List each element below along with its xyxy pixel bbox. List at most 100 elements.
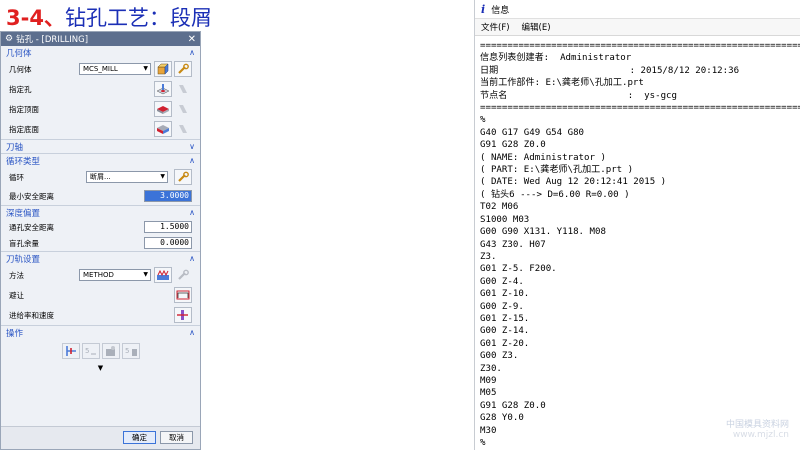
path-settings-header-label: 刀轨设置 — [6, 254, 41, 265]
specify-hole-display-icon[interactable] — [174, 81, 192, 97]
flashlight-icon — [179, 85, 187, 93]
chevron-down-icon: ▼ — [143, 65, 148, 72]
specify-bottom-display-icon[interactable] — [174, 121, 192, 137]
chevron-up-icon[interactable]: ∧ — [189, 328, 195, 337]
info-menubar: 文件(F) 编辑(E) — [475, 19, 800, 36]
method-row: 方法 METHOD ▼ — [1, 265, 200, 285]
specify-top-row: 指定顶面 — [1, 99, 200, 119]
geometry-section-header[interactable]: 几何体 ∧ — [1, 46, 200, 59]
cube-icon — [157, 63, 169, 75]
list-button[interactable]: 5 — [121, 343, 140, 359]
cycle-row: 循环 断屑... ▼ — [1, 167, 200, 187]
avoid-label: 避让 — [9, 290, 24, 300]
replay-button[interactable]: 5 — [81, 343, 100, 359]
wrench-icon — [178, 269, 189, 280]
geometry-new-button[interactable] — [154, 61, 172, 77]
gear-icon[interactable]: ⚙ — [5, 34, 13, 44]
through-clearance-row: 通孔安全距离 1.5000 — [1, 219, 200, 235]
cycle-select[interactable]: 断屑... ▼ — [86, 171, 168, 183]
tool-axis-section-header[interactable]: 刀轴 ∨ — [1, 140, 200, 153]
specify-top-label: 指定顶面 — [9, 104, 39, 114]
method-select[interactable]: METHOD ▼ — [79, 269, 151, 281]
geometry-row: 几何体 MCS_MILL ▼ — [1, 59, 200, 79]
cancel-button[interactable]: 取消 — [160, 431, 193, 444]
through-clearance-label: 通孔安全距离 — [9, 222, 54, 232]
list-icon: 5 — [125, 347, 137, 356]
chevron-up-icon[interactable]: ∧ — [189, 156, 195, 165]
cycle-select-value: 断屑... — [90, 173, 111, 181]
drilling-dialog: ⚙ 钻孔 - [DRILLING] ✕ 几何体 ∧ 几何体 MCS_MILL ▼… — [0, 31, 201, 450]
actions-section: 操作 ∧ 5 5 ▼ — [1, 326, 200, 373]
specify-bottom-row: 指定底面 — [1, 119, 200, 139]
close-icon[interactable]: ✕ — [188, 34, 196, 45]
specify-bottom-button[interactable] — [154, 121, 172, 137]
dialog-footer: 确定 取消 — [1, 426, 200, 449]
slide-title-number: 3-4、 — [6, 6, 65, 30]
method-icon — [157, 269, 169, 280]
hole-icon — [156, 84, 170, 95]
verify-button[interactable] — [101, 343, 120, 359]
watermark-line2: www.mjzl.cn — [732, 430, 789, 440]
specify-bottom-label: 指定底面 — [9, 124, 39, 134]
method-label: 方法 — [9, 270, 24, 280]
specify-top-display-icon[interactable] — [174, 101, 192, 117]
actions-section-header[interactable]: 操作 ∧ — [1, 326, 200, 339]
blind-stock-row: 盲孔余量 0.0000 — [1, 235, 200, 251]
info-window: i 信息 文件(F) 编辑(E) =======================… — [474, 0, 800, 450]
generate-icon — [65, 346, 76, 356]
flashlight-icon — [179, 125, 187, 133]
min-clearance-row: 最小安全距离 3.0000 — [1, 187, 200, 205]
actions-header-label: 操作 — [6, 328, 24, 339]
flashlight-icon — [179, 105, 187, 113]
method-edit-button[interactable] — [174, 267, 192, 283]
info-text-content[interactable]: ========================================… — [475, 36, 800, 449]
menu-file[interactable]: 文件(F) — [481, 21, 510, 33]
ok-button[interactable]: 确定 — [123, 431, 156, 444]
tool-axis-section: 刀轴 ∨ — [1, 140, 200, 154]
chevron-down-icon[interactable]: ∨ — [189, 142, 195, 151]
geometry-section: 几何体 ∧ 几何体 MCS_MILL ▼ 指定孔 指定顶面 指定底面 — [1, 46, 200, 140]
more-chevron-icon[interactable]: ▼ — [1, 363, 200, 373]
min-clearance-label: 最小安全距离 — [9, 191, 54, 201]
replay-icon: 5 — [85, 347, 96, 355]
bottom-face-icon — [157, 125, 169, 134]
chevron-up-icon[interactable]: ∧ — [189, 208, 195, 217]
dialog-title: 钻孔 - [DRILLING] — [16, 35, 89, 45]
blind-stock-input[interactable]: 0.0000 — [144, 237, 192, 249]
specify-hole-button[interactable] — [154, 81, 172, 97]
cycle-edit-button[interactable] — [174, 169, 192, 185]
specify-top-button[interactable] — [154, 101, 172, 117]
geometry-label: 几何体 — [9, 64, 32, 74]
chevron-up-icon[interactable]: ∧ — [189, 254, 195, 263]
geometry-select[interactable]: MCS_MILL ▼ — [79, 63, 151, 75]
cycle-type-section-header[interactable]: 循环类型 ∧ — [1, 154, 200, 167]
watermark: 中国模具资料网 www.mjzl.cn — [726, 417, 789, 440]
geometry-edit-button[interactable] — [174, 61, 192, 77]
geometry-select-value: MCS_MILL — [83, 65, 118, 73]
dialog-titlebar: ⚙ 钻孔 - [DRILLING] ✕ — [1, 32, 200, 46]
feeds-speeds-row: 进给率和速度 — [1, 305, 200, 325]
feeds-speeds-label: 进给率和速度 — [9, 310, 54, 320]
method-new-button[interactable] — [154, 267, 172, 283]
slide-title: 3-4、钻孔工艺：段屑 — [6, 2, 212, 32]
through-clearance-input[interactable]: 1.5000 — [144, 221, 192, 233]
slide-title-main: 钻孔工艺： — [64, 6, 170, 30]
verify-icon — [105, 346, 115, 356]
avoid-button[interactable] — [174, 287, 192, 303]
feeds-speeds-button[interactable] — [174, 307, 192, 323]
depth-offset-section-header[interactable]: 深度偏置 ∧ — [1, 206, 200, 219]
geometry-header-label: 几何体 — [6, 48, 32, 59]
path-settings-section: 刀轨设置 ∧ 方法 METHOD ▼ 避让 进给率和速度 — [1, 252, 200, 326]
cycle-type-section: 循环类型 ∧ 循环 断屑... ▼ 最小安全距离 3.0000 — [1, 154, 200, 206]
svg-text:5: 5 — [125, 347, 129, 355]
path-settings-section-header[interactable]: 刀轨设置 ∧ — [1, 252, 200, 265]
specify-hole-row: 指定孔 — [1, 79, 200, 99]
menu-edit[interactable]: 编辑(E) — [522, 21, 551, 33]
chevron-down-icon: ▼ — [160, 173, 165, 180]
min-clearance-input[interactable]: 3.0000 — [144, 190, 192, 202]
generate-button[interactable] — [61, 343, 80, 359]
chevron-up-icon[interactable]: ∧ — [189, 48, 195, 57]
actions-toolbar: 5 5 — [1, 339, 200, 363]
avoid-row: 避让 — [1, 285, 200, 305]
cycle-type-header-label: 循环类型 — [6, 156, 41, 167]
